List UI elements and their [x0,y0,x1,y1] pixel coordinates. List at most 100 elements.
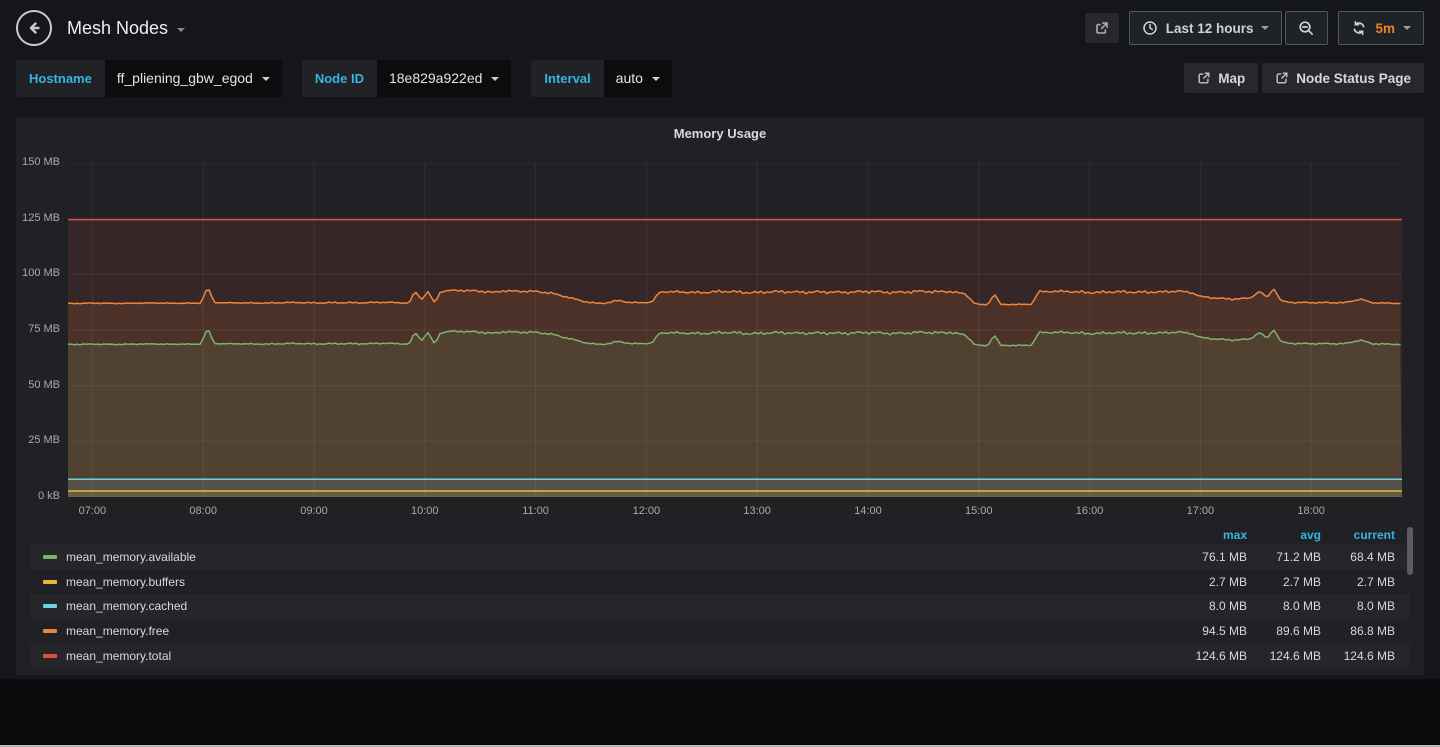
y-axis-tick: 125 MB [22,212,60,224]
y-axis-tick: 75 MB [28,323,60,335]
refresh-button[interactable]: 5m [1338,11,1424,45]
map-link-label: Map [1218,71,1245,86]
node-status-page-link-label: Node Status Page [1296,71,1411,86]
memory-usage-panel: Memory Usage 150 MB125 MB100 MB75 MB50 M… [16,117,1424,675]
series-current: 124.6 MB [1321,649,1395,663]
share-button[interactable] [1085,13,1119,43]
series-name[interactable]: mean_memory.total [66,649,1173,663]
legend-scrollbar-thumb[interactable] [1407,527,1413,575]
interval-filter: Interval auto [531,60,672,97]
series-current: 68.4 MB [1321,550,1395,564]
zoom-out-button[interactable] [1285,11,1328,45]
external-link-icon [1275,71,1289,85]
series-name[interactable]: mean_memory.cached [66,599,1173,613]
series-name[interactable]: mean_memory.buffers [66,575,1173,589]
legend-header: max avg current [30,525,1410,545]
y-axis-tick: 100 MB [22,267,60,279]
x-axis-tick: 16:00 [1076,505,1104,517]
series-current: 8.0 MB [1321,599,1395,613]
series-avg: 2.7 MB [1247,575,1321,589]
hostname-filter-label: Hostname [16,60,105,97]
back-arrow-icon [25,19,43,37]
series-current: 86.8 MB [1321,624,1395,638]
y-axis-labels: 150 MB125 MB100 MB75 MB50 MB25 MB0 kB [16,163,68,497]
time-series-plot[interactable] [68,163,1402,497]
legend-column-max[interactable]: max [1173,528,1247,542]
series-color-swatch[interactable] [43,555,57,559]
series-max: 2.7 MB [1173,575,1247,589]
chevron-down-icon [652,77,660,81]
legend-row: mean_memory.available76.1 MB71.2 MB68.4 … [30,545,1410,570]
y-axis-tick: 25 MB [28,434,60,446]
series-max: 94.5 MB [1173,624,1247,638]
nodeid-filter-label: Node ID [302,60,377,97]
zoom-out-icon [1298,20,1315,37]
dashboard-submenu: Hostname ff_pliening_gbw_egod Node ID 18… [0,56,1440,100]
dashboard-title-dropdown[interactable]: Mesh Nodes [67,18,185,39]
chevron-down-icon [491,77,499,81]
series-color-swatch[interactable] [43,580,57,584]
page-background [0,679,1440,745]
hostname-filter: Hostname ff_pliening_gbw_egod [16,60,282,97]
series-avg: 71.2 MB [1247,550,1321,564]
nodeid-filter-dropdown[interactable]: 18e829a922ed [377,60,511,97]
x-axis-tick: 18:00 [1297,505,1325,517]
y-axis-tick: 50 MB [28,379,60,391]
series-max: 76.1 MB [1173,550,1247,564]
clock-icon [1142,20,1158,36]
legend-row: mean_memory.free94.5 MB89.6 MB86.8 MB [30,619,1410,644]
refresh-interval-dropdown[interactable]: 5m [1375,21,1395,36]
dashboard-area: Memory Usage 150 MB125 MB100 MB75 MB50 M… [0,100,1440,675]
chevron-down-icon [262,77,270,81]
interval-filter-dropdown[interactable]: auto [604,60,672,97]
x-axis-tick: 12:00 [633,505,661,517]
navbar: Mesh Nodes [0,0,1440,56]
x-axis-tick: 08:00 [189,505,217,517]
x-axis-labels: 07:0008:0009:0010:0011:0012:0013:0014:00… [68,505,1402,519]
chevron-down-icon [1261,26,1269,30]
external-link-icon [1197,71,1211,85]
x-axis-tick: 13:00 [743,505,771,517]
time-controls: Last 12 hours [1129,11,1329,45]
map-link-button[interactable]: Map [1184,63,1258,93]
page-title: Mesh Nodes [67,18,168,39]
time-range-picker[interactable]: Last 12 hours [1129,11,1283,45]
refresh-controls: 5m [1338,11,1424,45]
series-name[interactable]: mean_memory.available [66,550,1173,564]
x-axis-tick: 14:00 [854,505,882,517]
legend-table: max avg current mean_memory.available76.… [30,525,1410,668]
x-axis-tick: 10:00 [411,505,439,517]
x-axis-tick: 17:00 [1187,505,1215,517]
x-axis-tick: 07:00 [79,505,107,517]
legend-column-current[interactable]: current [1321,528,1395,542]
legend-column-avg[interactable]: avg [1247,528,1321,542]
refresh-icon [1351,20,1367,36]
series-name[interactable]: mean_memory.free [66,624,1173,638]
interval-filter-label: Interval [531,60,603,97]
legend-row: mean_memory.buffers2.7 MB2.7 MB2.7 MB [30,570,1410,595]
x-axis-tick: 09:00 [300,505,328,517]
hostname-filter-value: ff_pliening_gbw_egod [117,70,253,86]
series-max: 124.6 MB [1173,649,1247,663]
time-range-label: Last 12 hours [1166,21,1254,36]
share-icon [1094,20,1110,36]
series-max: 8.0 MB [1173,599,1247,613]
chevron-down-icon [177,28,185,32]
y-axis-tick: 0 kB [38,490,60,502]
nodeid-filter-value: 18e829a922ed [389,70,482,86]
series-color-swatch[interactable] [43,629,57,633]
series-avg: 89.6 MB [1247,624,1321,638]
navbar-actions: Last 12 hours [1085,11,1424,45]
nodeid-filter: Node ID 18e829a922ed [302,60,512,97]
panel-title[interactable]: Memory Usage [16,126,1424,141]
series-avg: 124.6 MB [1247,649,1321,663]
series-current: 2.7 MB [1321,575,1395,589]
chart-area: 150 MB125 MB100 MB75 MB50 MB25 MB0 kB [16,163,1424,497]
series-color-swatch[interactable] [43,654,57,658]
node-status-page-link-button[interactable]: Node Status Page [1262,63,1424,93]
series-color-swatch[interactable] [43,604,57,608]
series-avg: 8.0 MB [1247,599,1321,613]
hostname-filter-dropdown[interactable]: ff_pliening_gbw_egod [105,60,282,97]
grafana-app: Mesh Nodes [0,0,1440,679]
back-button[interactable] [16,10,52,46]
